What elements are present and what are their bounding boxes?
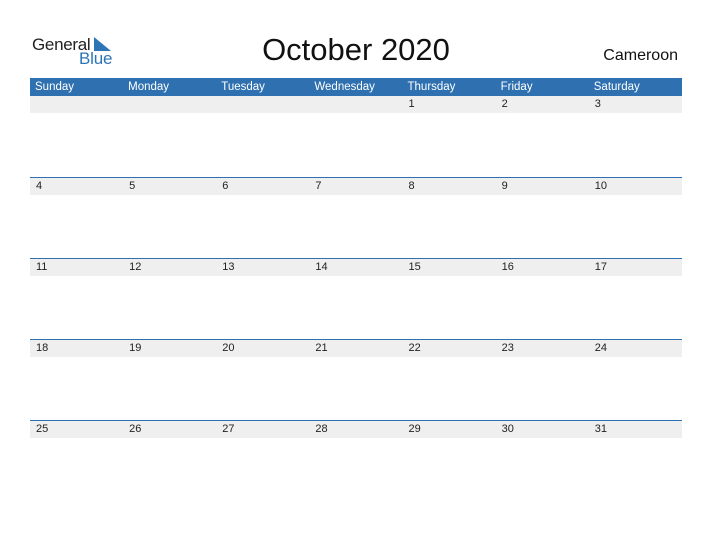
week-row-3: 11 12 13 14 15 16 17 xyxy=(30,258,682,339)
weekday-thursday: Thursday xyxy=(407,81,456,93)
day-cell xyxy=(30,96,123,113)
day-cell: 19 xyxy=(129,342,142,354)
day-cell: 2 xyxy=(501,98,508,110)
day-cell: 28 xyxy=(315,423,328,435)
day-cell: 23 xyxy=(501,342,514,354)
day-cell xyxy=(309,96,402,113)
day-number-bar: 11 12 13 14 15 16 17 xyxy=(30,259,682,276)
day-cell: 6 xyxy=(222,180,229,192)
day-cell: 9 xyxy=(501,180,508,192)
day-cell: 15 xyxy=(408,261,421,273)
day-number-bar: 1 2 3 xyxy=(30,96,682,113)
week-row-4: 18 19 20 21 22 23 24 xyxy=(30,339,682,420)
day-cell: 7 xyxy=(315,180,322,192)
day-cell: 12 xyxy=(129,261,142,273)
day-number-bar: 25 26 27 28 29 30 31 xyxy=(30,421,682,438)
day-cell: 27 xyxy=(222,423,235,435)
week-row-5: 25 26 27 28 29 30 31 xyxy=(30,420,682,501)
weekday-friday: Friday xyxy=(500,81,533,93)
day-cell: 1 xyxy=(408,98,415,110)
day-cell: 24 xyxy=(594,342,607,354)
day-cell: 14 xyxy=(315,261,328,273)
day-cell: 29 xyxy=(408,423,421,435)
day-cell: 18 xyxy=(36,342,49,354)
day-cell: 21 xyxy=(315,342,328,354)
weekday-wednesday: Wednesday xyxy=(314,81,375,93)
day-cell: 16 xyxy=(501,261,514,273)
day-cell: 4 xyxy=(36,180,43,192)
week-row-1: 1 2 3 xyxy=(30,96,682,177)
day-cell: 30 xyxy=(501,423,514,435)
day-cell: 3 xyxy=(594,98,601,110)
weekday-tuesday: Tuesday xyxy=(221,81,265,93)
weekday-sunday: Sunday xyxy=(35,81,75,93)
day-cell xyxy=(123,96,216,113)
weekday-header: Sunday Monday Tuesday Wednesday Thursday… xyxy=(30,78,682,96)
day-cell: 20 xyxy=(222,342,235,354)
weekday-monday: Monday xyxy=(128,81,170,93)
weekday-saturday: Saturday xyxy=(593,81,640,93)
country-label: Cameroon xyxy=(603,47,678,64)
day-cell: 26 xyxy=(129,423,142,435)
week-row-2: 4 5 6 7 8 9 10 xyxy=(30,177,682,258)
day-cell: 31 xyxy=(594,423,607,435)
day-cell: 17 xyxy=(594,261,607,273)
day-cell: 25 xyxy=(36,423,49,435)
day-cell: 8 xyxy=(408,180,415,192)
day-cell: 10 xyxy=(594,180,607,192)
day-cell: 22 xyxy=(408,342,421,354)
day-cell: 5 xyxy=(129,180,136,192)
day-cell: 13 xyxy=(222,261,235,273)
day-number-bar: 4 5 6 7 8 9 10 xyxy=(30,178,682,195)
day-cell xyxy=(216,96,309,113)
day-cell: 11 xyxy=(36,261,48,273)
day-number-bar: 18 19 20 21 22 23 24 xyxy=(30,340,682,357)
